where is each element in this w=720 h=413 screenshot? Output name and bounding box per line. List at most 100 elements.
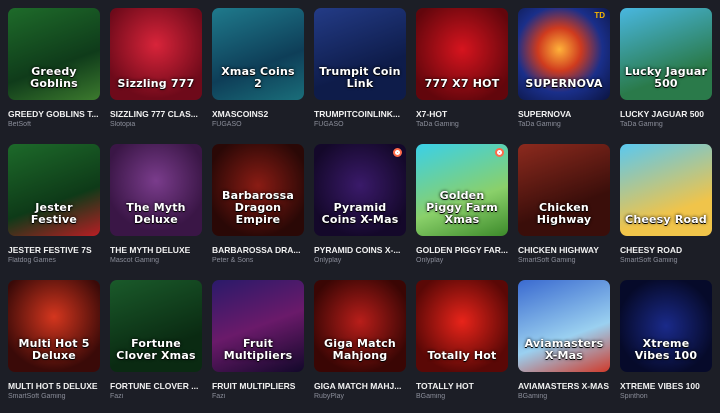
game-thumbnail[interactable]: Cheesy Road bbox=[620, 144, 712, 236]
game-title[interactable]: GIGA MATCH MAHJ... bbox=[314, 381, 406, 391]
thumbnail-logo-text: Fruit Multipliers bbox=[223, 337, 293, 362]
thumbnail-logo-text: Pyramid Coins X-Mas bbox=[321, 201, 399, 226]
thumbnail-logo-text: Xmas Coins 2 bbox=[221, 65, 295, 90]
game-thumbnail[interactable]: Totally Hot bbox=[416, 280, 508, 372]
game-title[interactable]: CHICKEN HIGHWAY bbox=[518, 245, 610, 255]
thumbnail-logo-text: Totally Hot bbox=[427, 349, 497, 362]
game-title[interactable]: LUCKY JAGUAR 500 bbox=[620, 109, 712, 119]
game-provider: Peter & Sons bbox=[212, 257, 254, 264]
game-thumbnail[interactable]: Xmas Coins 2 bbox=[212, 8, 304, 100]
game-thumbnail[interactable]: Greedy Goblins bbox=[8, 8, 100, 100]
game-card[interactable]: Golden Piggy Farm Xmas GOLDEN PIGGY FAR.… bbox=[416, 144, 508, 264]
thumbnail-logo-text: Cheesy Road bbox=[625, 213, 707, 226]
game-provider: BetSoft bbox=[8, 121, 31, 128]
game-card[interactable]: Barbarossa Dragon Empire BARBAROSSA DRA.… bbox=[212, 144, 304, 264]
game-thumbnail[interactable]: Lucky Jaguar 500 bbox=[620, 8, 712, 100]
game-provider: FUGASO bbox=[314, 121, 344, 128]
thumbnail-logo-text: Sizzling 777 bbox=[117, 77, 195, 90]
game-card[interactable]: Trumpit Coin Link TRUMPITCOINLINK... FUG… bbox=[314, 8, 406, 128]
game-card[interactable]: 777 X7 HOT X7-HOT TaDa Gaming bbox=[416, 8, 508, 128]
game-thumbnail[interactable]: Fortune Clover Xmas bbox=[110, 280, 202, 372]
game-provider: TaDa Gaming bbox=[620, 121, 663, 128]
game-thumbnail[interactable]: TD SUPERNOVA bbox=[518, 8, 610, 100]
game-title[interactable]: THE MYTH DELUXE bbox=[110, 245, 202, 255]
game-card[interactable]: Pyramid Coins X-Mas PYRAMID COINS X-... … bbox=[314, 144, 406, 264]
game-title[interactable]: TOTALLY HOT bbox=[416, 381, 508, 391]
game-provider: TaDa Gaming bbox=[416, 121, 459, 128]
game-card[interactable]: Giga Match Mahjong GIGA MATCH MAHJ... Ru… bbox=[314, 280, 406, 400]
game-card[interactable]: Aviamasters X-Mas AVIAMASTERS X-MAS BGam… bbox=[518, 280, 610, 400]
game-title[interactable]: BARBAROSSA DRA... bbox=[212, 245, 304, 255]
game-card[interactable]: Chicken Highway CHICKEN HIGHWAY SmartSof… bbox=[518, 144, 610, 264]
onlyplay-logo-icon bbox=[393, 148, 402, 157]
game-provider: Slotopia bbox=[110, 121, 136, 128]
game-card[interactable]: Xmas Coins 2 XMASCOINS2 FUGASO bbox=[212, 8, 304, 128]
game-provider: Onlyplay bbox=[314, 257, 342, 264]
thumbnail-logo-text: Jester Festive bbox=[30, 201, 78, 226]
game-card[interactable]: Fruit Multipliers FRUIT MULTIPLIERS Fazi bbox=[212, 280, 304, 400]
game-thumbnail[interactable]: Sizzling 777 bbox=[110, 8, 202, 100]
thumbnail-logo-text: Fortune Clover Xmas bbox=[116, 337, 196, 362]
game-provider: BGaming bbox=[518, 393, 548, 400]
game-provider: SmartSoft Gaming bbox=[518, 257, 576, 264]
game-title[interactable]: AVIAMASTERS X-MAS bbox=[518, 381, 610, 391]
game-title[interactable]: JESTER FESTIVE 7S bbox=[8, 245, 100, 255]
thumbnail-logo-text: The Myth Deluxe bbox=[126, 201, 186, 226]
game-title[interactable]: XTREME VIBES 100 bbox=[620, 381, 712, 391]
thumbnail-logo-text: Multi Hot 5 Deluxe bbox=[18, 337, 90, 362]
game-card[interactable]: TD SUPERNOVA SUPERNOVA TaDa Gaming bbox=[518, 8, 610, 128]
thumbnail-logo-text: Chicken Highway bbox=[536, 201, 592, 226]
game-provider: Fazi bbox=[110, 393, 124, 400]
game-title[interactable]: FORTUNE CLOVER ... bbox=[110, 381, 202, 391]
game-thumbnail[interactable]: Aviamasters X-Mas bbox=[518, 280, 610, 372]
provider-badge: TD bbox=[594, 11, 605, 20]
game-thumbnail[interactable]: Trumpit Coin Link bbox=[314, 8, 406, 100]
game-title[interactable]: CHEESY ROAD bbox=[620, 245, 712, 255]
game-card[interactable]: The Myth Deluxe THE MYTH DELUXE Mascot G… bbox=[110, 144, 202, 264]
game-card[interactable]: Xtreme Vibes 100 XTREME VIBES 100 Spinth… bbox=[620, 280, 712, 400]
game-title[interactable]: SIZZLING 777 CLAS... bbox=[110, 109, 202, 119]
game-thumbnail[interactable]: The Myth Deluxe bbox=[110, 144, 202, 236]
game-thumbnail[interactable]: Pyramid Coins X-Mas bbox=[314, 144, 406, 236]
game-card[interactable]: Jester Festive JESTER FESTIVE 7S Flatdog… bbox=[8, 144, 100, 264]
game-provider: FUGASO bbox=[212, 121, 242, 128]
thumbnail-logo-text: Trumpit Coin Link bbox=[319, 65, 401, 90]
game-title[interactable]: TRUMPITCOINLINK... bbox=[314, 109, 406, 119]
game-title[interactable]: GREEDY GOBLINS T... bbox=[8, 109, 100, 119]
game-thumbnail[interactable]: Jester Festive bbox=[8, 144, 100, 236]
game-provider: Fazi bbox=[212, 393, 226, 400]
game-provider: SmartSoft Gaming bbox=[8, 393, 66, 400]
game-provider: Mascot Gaming bbox=[110, 257, 160, 264]
thumbnail-logo-text: Aviamasters X-Mas bbox=[524, 337, 604, 362]
game-provider: Flatdog Games bbox=[8, 257, 56, 264]
game-thumbnail[interactable]: Fruit Multipliers bbox=[212, 280, 304, 372]
game-card[interactable]: Fortune Clover Xmas FORTUNE CLOVER ... F… bbox=[110, 280, 202, 400]
game-provider: Onlyplay bbox=[416, 257, 444, 264]
game-thumbnail[interactable]: Golden Piggy Farm Xmas bbox=[416, 144, 508, 236]
thumbnail-logo-text: Golden Piggy Farm Xmas bbox=[426, 189, 498, 226]
thumbnail-logo-text: Greedy Goblins bbox=[30, 65, 78, 90]
thumbnail-logo-text: Barbarossa Dragon Empire bbox=[221, 189, 295, 226]
game-thumbnail[interactable]: Chicken Highway bbox=[518, 144, 610, 236]
game-provider: Spinthon bbox=[620, 393, 648, 400]
game-title[interactable]: PYRAMID COINS X-... bbox=[314, 245, 406, 255]
game-thumbnail[interactable]: Xtreme Vibes 100 bbox=[620, 280, 712, 372]
game-card[interactable]: Sizzling 777 SIZZLING 777 CLAS... Slotop… bbox=[110, 8, 202, 128]
game-thumbnail[interactable]: Barbarossa Dragon Empire bbox=[212, 144, 304, 236]
game-thumbnail[interactable]: 777 X7 HOT bbox=[416, 8, 508, 100]
game-card[interactable]: Multi Hot 5 Deluxe MULTI HOT 5 DELUXE Sm… bbox=[8, 280, 100, 400]
game-title[interactable]: X7-HOT bbox=[416, 109, 508, 119]
game-provider: BGaming bbox=[416, 393, 446, 400]
game-title[interactable]: GOLDEN PIGGY FAR... bbox=[416, 245, 508, 255]
game-card[interactable]: Totally Hot TOTALLY HOT BGaming bbox=[416, 280, 508, 400]
thumbnail-logo-text: Xtreme Vibes 100 bbox=[634, 337, 698, 362]
game-title[interactable]: XMASCOINS2 bbox=[212, 109, 304, 119]
game-title[interactable]: MULTI HOT 5 DELUXE bbox=[8, 381, 100, 391]
game-title[interactable]: SUPERNOVA bbox=[518, 109, 610, 119]
game-thumbnail[interactable]: Giga Match Mahjong bbox=[314, 280, 406, 372]
game-card[interactable]: Greedy Goblins GREEDY GOBLINS T... BetSo… bbox=[8, 8, 100, 128]
game-card[interactable]: Lucky Jaguar 500 LUCKY JAGUAR 500 TaDa G… bbox=[620, 8, 712, 128]
game-thumbnail[interactable]: Multi Hot 5 Deluxe bbox=[8, 280, 100, 372]
game-title[interactable]: FRUIT MULTIPLIERS bbox=[212, 381, 304, 391]
game-card[interactable]: Cheesy Road CHEESY ROAD SmartSoft Gaming bbox=[620, 144, 712, 264]
